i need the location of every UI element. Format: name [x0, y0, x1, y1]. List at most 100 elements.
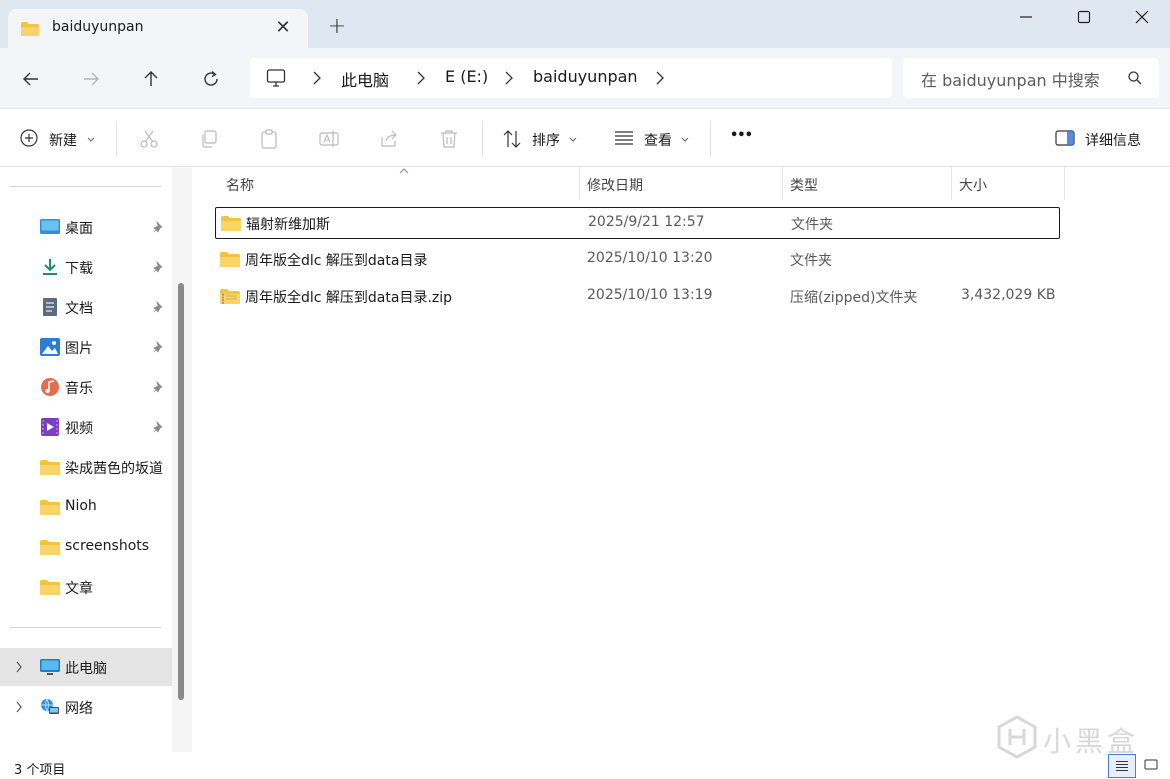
column-header-label: 名称 — [226, 178, 254, 194]
navigation-pane: 桌面 下载 文档 图片 音乐 视频 染成茜色的坂道 Nioh screensho… — [0, 167, 172, 752]
tab-close-button[interactable]: ✕ — [272, 17, 294, 39]
column-divider[interactable] — [579, 167, 580, 200]
table-row[interactable]: 周年版全dlc 解压到data目录.zip 2025/10/10 13:19 压… — [215, 281, 1060, 313]
folder-icon — [40, 580, 60, 595]
network-icon — [41, 698, 59, 714]
pin-icon[interactable] — [153, 221, 165, 233]
chevron-right-icon[interactable] — [15, 701, 23, 713]
details-pane-label: 详细信息 — [1085, 133, 1141, 149]
up-button[interactable] — [136, 64, 166, 94]
chevron-right-icon[interactable] — [416, 70, 426, 86]
tab-baiduyunpan[interactable]: baiduyunpan ✕ — [8, 9, 308, 48]
document-icon — [43, 298, 57, 316]
sort-icon — [503, 130, 521, 148]
maximize-icon — [1077, 10, 1091, 24]
sidebar-item-network[interactable]: 网络 — [0, 688, 172, 726]
sidebar-item-documents[interactable]: 文档 — [0, 288, 172, 326]
new-tab-button[interactable]: + — [326, 16, 348, 38]
file-type: 文件夹 — [791, 217, 833, 233]
sidebar-item-videos[interactable]: 视频 — [0, 408, 172, 446]
forward-button[interactable] — [76, 64, 106, 94]
sidebar-item-articles[interactable]: 文章 — [0, 568, 172, 606]
details-pane-button[interactable]: 详细信息 — [1046, 109, 1158, 167]
search-box[interactable]: 在 baiduyunpan 中搜索 — [903, 58, 1159, 98]
column-header-size[interactable]: 大小 — [959, 167, 1064, 200]
search-placeholder[interactable]: 在 baiduyunpan 中搜索 — [921, 67, 1100, 91]
table-row[interactable]: 周年版全dlc 解压到data目录 2025/10/10 13:20 文件夹 — [215, 244, 1060, 276]
sort-button[interactable]: 排序 — [492, 109, 588, 167]
zip-folder-icon — [220, 289, 240, 304]
watermark: 小黑盒 — [995, 712, 1145, 762]
back-button[interactable] — [16, 64, 46, 94]
sidebar-item-label: 音乐 — [65, 381, 93, 397]
file-modified: 2025/10/10 13:19 — [587, 287, 713, 303]
sidebar-item-label: screenshots — [65, 538, 150, 554]
refresh-button[interactable] — [196, 64, 226, 94]
chevron-down-icon — [681, 137, 689, 142]
paste-button[interactable] — [250, 109, 288, 167]
heybox-logo-icon — [997, 715, 1037, 759]
more-options-button[interactable]: ••• — [722, 109, 762, 167]
column-divider[interactable] — [951, 167, 952, 200]
separator — [710, 121, 711, 157]
sidebar-item-pictures[interactable]: 图片 — [0, 328, 172, 366]
sidebar-item-label: 此电脑 — [65, 661, 107, 677]
chevron-right-icon[interactable] — [312, 70, 322, 86]
arrow-up-icon — [144, 71, 158, 86]
pin-icon[interactable] — [153, 301, 165, 313]
sidebar-item-nioh[interactable]: Nioh — [0, 488, 172, 526]
new-button[interactable]: 新建 — [10, 109, 110, 167]
sidebar-item-akane-iro-ni-somaru-saka[interactable]: 染成茜色的坂道 — [0, 448, 172, 486]
sidebar-item-label: 图片 — [65, 341, 93, 357]
column-divider[interactable] — [782, 167, 783, 200]
close-window-button[interactable] — [1113, 0, 1170, 34]
column-header-name[interactable]: 名称 — [226, 167, 576, 200]
rename-button[interactable] — [310, 109, 348, 167]
chevron-right-icon[interactable] — [655, 70, 665, 86]
pin-icon[interactable] — [153, 421, 165, 433]
minimize-button[interactable] — [997, 0, 1055, 34]
chevron-right-icon[interactable] — [504, 70, 514, 86]
column-header-modified[interactable]: 修改日期 — [587, 167, 782, 200]
copy-button[interactable] — [190, 109, 228, 167]
pin-icon[interactable] — [153, 261, 165, 273]
sidebar-item-label: 下载 — [65, 261, 93, 277]
sidebar-item-desktop[interactable]: 桌面 — [0, 208, 172, 246]
divider — [10, 186, 161, 187]
address-bar[interactable]: 此电脑 E (E:) baiduyunpan — [250, 58, 892, 98]
more-icon: ••• — [730, 128, 753, 143]
sidebar-item-music[interactable]: 音乐 — [0, 368, 172, 406]
column-header-type[interactable]: 类型 — [790, 167, 950, 200]
sidebar-item-this-pc[interactable]: 此电脑 — [0, 648, 172, 686]
chevron-right-icon[interactable] — [15, 661, 23, 673]
sidebar-item-downloads[interactable]: 下载 — [0, 248, 172, 286]
scissors-icon — [140, 130, 158, 148]
pictures-icon — [40, 338, 60, 356]
folder-icon — [40, 460, 60, 475]
breadcrumb-baiduyunpan[interactable]: baiduyunpan — [533, 67, 638, 86]
sidebar-item-label: 文章 — [65, 581, 93, 597]
pin-icon[interactable] — [153, 341, 165, 353]
separator — [116, 121, 117, 157]
maximize-button[interactable] — [1055, 0, 1113, 34]
file-list: 名称 修改日期 类型 大小 辐射新维加斯 2025/9/21 12:57 文件夹… — [192, 167, 1170, 752]
breadcrumb-drive-e[interactable]: E (E:) — [445, 67, 488, 86]
cut-button[interactable] — [130, 109, 168, 167]
sidebar-item-screenshots[interactable]: screenshots — [0, 528, 172, 566]
pin-icon[interactable] — [153, 381, 165, 393]
desktop-icon — [40, 219, 60, 234]
table-row[interactable]: 辐射新维加斯 2025/9/21 12:57 文件夹 — [215, 207, 1060, 239]
sidebar-item-label: Nioh — [65, 498, 97, 514]
copy-icon — [202, 130, 217, 148]
column-divider[interactable] — [1064, 167, 1065, 200]
title-bar: baiduyunpan ✕ + — [0, 0, 1170, 48]
sidebar-item-label: 桌面 — [65, 221, 93, 237]
view-button[interactable]: 查看 — [604, 109, 700, 167]
delete-button[interactable] — [430, 109, 468, 167]
sidebar-item-label: 染成茜色的坂道 — [65, 461, 163, 477]
breadcrumb-this-pc[interactable]: 此电脑 — [341, 67, 389, 91]
sidebar-scrollbar[interactable] — [178, 283, 184, 700]
video-icon — [41, 418, 59, 436]
folder-icon — [40, 540, 60, 555]
share-button[interactable] — [370, 109, 408, 167]
